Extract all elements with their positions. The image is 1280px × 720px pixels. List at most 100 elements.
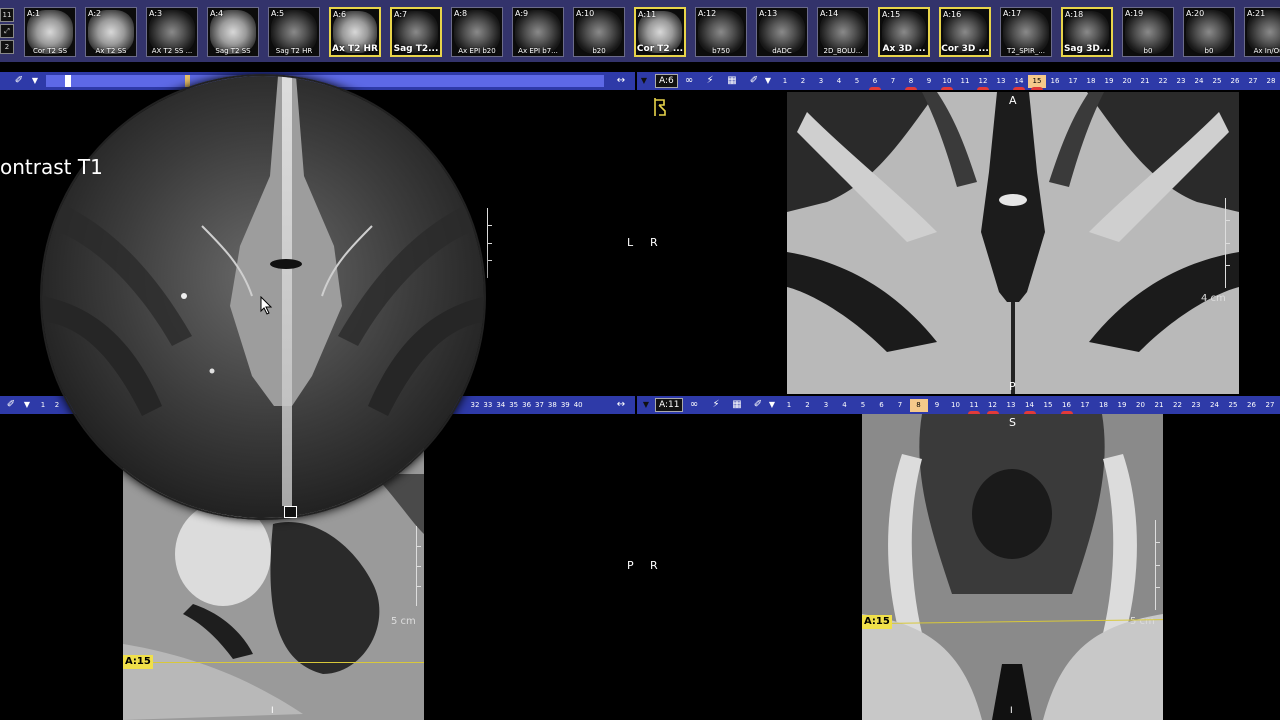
slice-number[interactable]: 11 bbox=[965, 399, 983, 414]
slice-number[interactable]: 9 bbox=[928, 399, 946, 412]
link-icon[interactable]: ∞ bbox=[687, 398, 701, 412]
slice-number[interactable]: 14 bbox=[1021, 399, 1039, 414]
slice-number[interactable]: 13 bbox=[1002, 399, 1020, 412]
slice-number[interactable]: 4 bbox=[836, 399, 854, 412]
slice-number[interactable]: 12 bbox=[984, 399, 1002, 414]
link-tool-icon[interactable]: ✐ bbox=[4, 398, 18, 412]
slice-number[interactable]: 22 bbox=[1169, 399, 1187, 412]
layout-mini-top[interactable]: 11 bbox=[0, 8, 14, 22]
slice-number[interactable]: 21 bbox=[1150, 399, 1168, 412]
series-thumbnail[interactable]: A:11 Cor T2 ... bbox=[634, 7, 686, 57]
series-thumbnail[interactable]: A:8 Ax EPI b20 bbox=[451, 7, 503, 57]
sync-scroll-icon[interactable]: ⚡ bbox=[709, 398, 723, 412]
series-thumbnail[interactable]: A:12 b750 bbox=[695, 7, 747, 57]
slice-number[interactable]: 22 bbox=[1154, 75, 1172, 88]
chevron-down-icon[interactable]: ▼ bbox=[30, 74, 40, 88]
arrows-icon[interactable]: ↔ bbox=[614, 398, 628, 412]
layout-mini-bottom[interactable]: 2 bbox=[0, 40, 14, 54]
slice-number[interactable]: 3 bbox=[812, 75, 830, 88]
series-thumbnail[interactable]: A:4 Sag T2 SS bbox=[207, 7, 259, 57]
slice-number[interactable]: 19 bbox=[1113, 399, 1131, 412]
grid-icon[interactable]: ▦ bbox=[730, 398, 744, 412]
series-thumbnail[interactable]: A:10 b20 bbox=[573, 7, 625, 57]
slice-number[interactable]: 19 bbox=[1100, 75, 1118, 88]
slice-number[interactable]: 5 bbox=[848, 75, 866, 88]
series-thumbnail[interactable]: A:3 AX T2 SS ... bbox=[146, 7, 198, 57]
slice-number[interactable]: 20 bbox=[1118, 75, 1136, 88]
slice-number[interactable]: 16 bbox=[1046, 75, 1064, 88]
slice-number[interactable]: 28 bbox=[1262, 75, 1280, 88]
slice-number[interactable]: 17 bbox=[1076, 399, 1094, 412]
slice-number[interactable]: 40 bbox=[569, 399, 587, 412]
link-tool-icon[interactable]: ✐ bbox=[747, 74, 761, 88]
arrows-icon[interactable]: ↔ bbox=[614, 74, 628, 88]
link-icon[interactable]: ∞ bbox=[682, 74, 696, 88]
slice-number[interactable]: 26 bbox=[1226, 75, 1244, 88]
slice-number[interactable]: 18 bbox=[1082, 75, 1100, 88]
slice-number[interactable]: 11 bbox=[956, 75, 974, 88]
series-thumbnail[interactable]: A:13 dADC bbox=[756, 7, 808, 57]
slice-number[interactable]: 8 bbox=[902, 75, 920, 90]
series-thumbnail[interactable]: A:15 Ax 3D ... bbox=[878, 7, 930, 57]
layout-mini-mid-icon[interactable]: ⤢ bbox=[0, 24, 14, 38]
series-thumbnail[interactable]: A:1 Cor T2 SS bbox=[24, 7, 76, 57]
slice-number[interactable]: 21 bbox=[1136, 75, 1154, 88]
link-tool-icon[interactable]: ✐ bbox=[12, 74, 26, 88]
slice-number[interactable]: 7 bbox=[884, 75, 902, 88]
slice-number[interactable]: 9 bbox=[920, 75, 938, 88]
series-thumbnail[interactable]: A:17 T2_SPIR_... bbox=[1000, 7, 1052, 57]
reference-line[interactable] bbox=[151, 662, 424, 663]
slice-number[interactable]: 10 bbox=[938, 75, 956, 90]
sync-position-icon[interactable] bbox=[652, 96, 670, 118]
series-thumbnail[interactable]: A:19 b0 bbox=[1122, 7, 1174, 57]
viewport-bottom-right[interactable]: S 5 cm A:15 I bbox=[862, 414, 1163, 720]
slice-number[interactable]: 6 bbox=[866, 75, 884, 90]
slice-number[interactable]: 23 bbox=[1172, 75, 1190, 88]
slice-number[interactable]: 8 bbox=[909, 399, 928, 412]
chevron-down-icon[interactable]: ▼ bbox=[22, 398, 32, 412]
slice-number[interactable]: 15 bbox=[1028, 75, 1046, 90]
slice-number[interactable]: 12 bbox=[974, 75, 992, 90]
series-thumbnail[interactable]: A:20 b0 bbox=[1183, 7, 1235, 57]
slice-number[interactable]: 2 bbox=[48, 399, 66, 412]
slice-number[interactable]: 25 bbox=[1208, 75, 1226, 88]
link-tool-icon[interactable]: ✐ bbox=[751, 398, 765, 412]
slice-number[interactable]: 24 bbox=[1206, 399, 1224, 412]
magnifier-handle[interactable] bbox=[284, 506, 297, 518]
slice-number[interactable]: 6 bbox=[873, 399, 891, 412]
slice-number[interactable]: 17 bbox=[1064, 75, 1082, 88]
slice-number[interactable]: 2 bbox=[794, 75, 812, 88]
series-thumbnail[interactable]: A:9 Ax EPI b7... bbox=[512, 7, 564, 57]
slice-number[interactable]: 14 bbox=[1010, 75, 1028, 90]
slice-number[interactable]: 20 bbox=[1132, 399, 1150, 412]
chevron-down-icon[interactable]: ▼ bbox=[767, 398, 777, 412]
slice-number[interactable]: 15 bbox=[1039, 399, 1057, 412]
slice-number[interactable]: 24 bbox=[1190, 75, 1208, 88]
slice-number[interactable]: 26 bbox=[1243, 399, 1261, 412]
chevron-down-icon[interactable]: ▼ bbox=[763, 74, 773, 88]
slice-number[interactable]: 23 bbox=[1187, 399, 1205, 412]
series-thumbnail[interactable]: A:14 2D_BOLU... bbox=[817, 7, 869, 57]
series-thumbnail[interactable]: A:2 Ax T2 SS bbox=[85, 7, 137, 57]
slice-number[interactable]: 18 bbox=[1095, 399, 1113, 412]
series-thumbnail[interactable]: A:18 Sag 3D... bbox=[1061, 7, 1113, 57]
series-thumbnail[interactable]: A:16 Cor 3D ... bbox=[939, 7, 991, 57]
slice-number[interactable]: 3 bbox=[817, 399, 835, 412]
slice-number[interactable]: 1 bbox=[780, 399, 798, 412]
slice-number[interactable]: 10 bbox=[947, 399, 965, 412]
sync-scroll-icon[interactable]: ⚡ bbox=[703, 74, 717, 88]
slice-number[interactable]: 5 bbox=[854, 399, 872, 412]
slice-number[interactable]: 13 bbox=[992, 75, 1010, 88]
slice-number[interactable]: 16 bbox=[1058, 399, 1076, 414]
viewport-top-right[interactable]: A P 4 cm bbox=[787, 92, 1239, 394]
series-thumbnail[interactable]: A:5 Sag T2 HR bbox=[268, 7, 320, 57]
series-thumbnail[interactable]: A:21 Ax In/Out bbox=[1244, 7, 1280, 57]
slice-number[interactable]: 27 bbox=[1244, 75, 1262, 88]
slice-number[interactable]: 7 bbox=[891, 399, 909, 412]
series-thumbnail[interactable]: A:7 Sag T2... bbox=[390, 7, 442, 57]
slice-number[interactable]: 2 bbox=[799, 399, 817, 412]
grid-icon[interactable]: ▦ bbox=[725, 74, 739, 88]
slice-number[interactable]: 4 bbox=[830, 75, 848, 88]
slice-number[interactable]: 27 bbox=[1261, 399, 1279, 412]
series-thumbnail[interactable]: A:6 Ax T2 HR bbox=[329, 7, 381, 57]
